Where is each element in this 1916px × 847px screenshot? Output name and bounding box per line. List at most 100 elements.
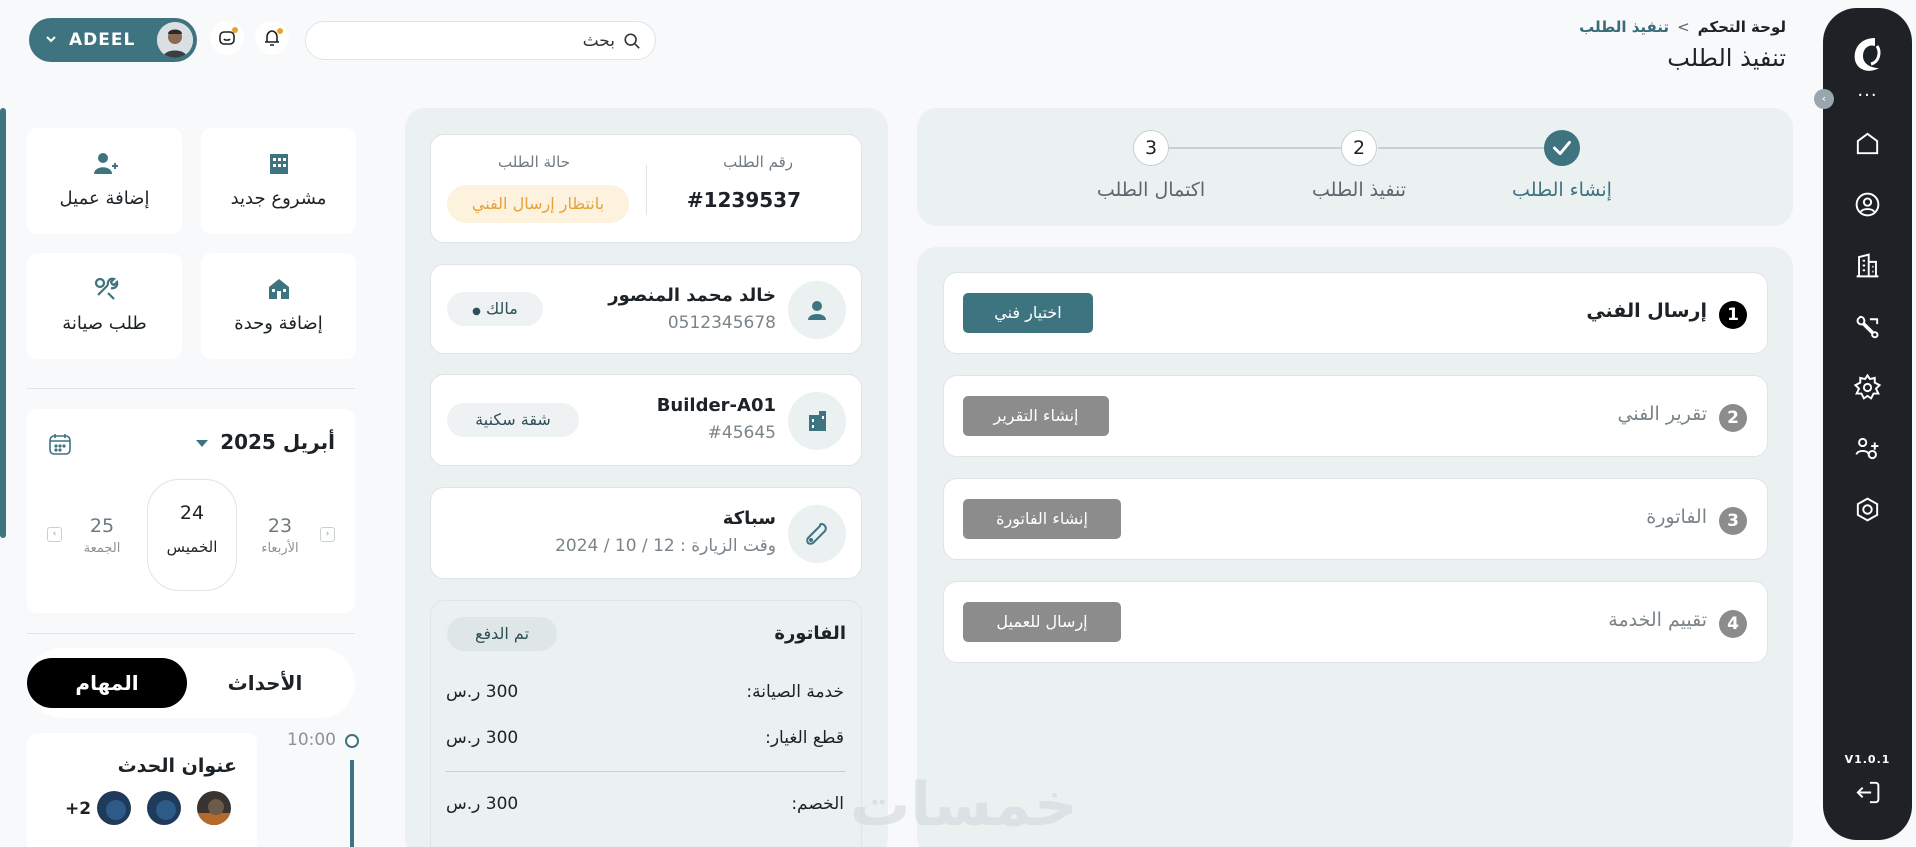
app-version: V1.0.1 — [1844, 753, 1891, 766]
watermark-logo: خمسات — [850, 770, 1078, 840]
action-send-technician: 1 إرسال الفني اختيار فني — [943, 272, 1768, 354]
tab-events[interactable]: الأحداث — [185, 658, 345, 708]
home-building-icon — [269, 279, 289, 299]
attendee-avatar — [95, 789, 133, 827]
action-technician-report: 2 تقرير الفني إنشاء التقرير — [943, 375, 1768, 457]
service-icon-badge — [788, 505, 846, 563]
chevron-down-icon — [46, 36, 56, 43]
step-connector — [1160, 147, 1343, 149]
building-icon — [809, 411, 826, 431]
building-icon — [270, 154, 288, 174]
payment-status-badge: تم الدفع — [447, 617, 557, 651]
unit-icon-badge — [788, 392, 846, 450]
action-invoice: 3 الفاتورة إنشاء الفاتورة — [943, 478, 1768, 560]
step-connector — [1378, 147, 1562, 149]
order-number: #1239537 — [686, 188, 801, 212]
day-name: الأربعاء — [261, 541, 299, 556]
breadcrumb-current: تنفيذ الطلب — [1579, 18, 1670, 36]
role-label: مالك — [486, 299, 518, 318]
more-attendees-count: +2 — [65, 799, 92, 819]
target-icon[interactable] — [1853, 495, 1882, 524]
day-item-selected[interactable]: 24 الخميس — [147, 479, 237, 591]
action-number: 3 — [1719, 507, 1747, 535]
quick-action-maintenance-request[interactable]: طلب صيانة — [27, 253, 182, 359]
action-service-rating: 4 تقييم الخدمة إرسال للعميل — [943, 581, 1768, 663]
divider — [27, 388, 355, 389]
unit-card: Builder-A01 #45645 شقة سكنية — [430, 374, 862, 466]
quick-action-add-unit[interactable]: إضافة وحدة — [201, 253, 356, 359]
quick-action-label: إضافة وحدة — [234, 313, 323, 334]
tools-icon — [94, 277, 119, 300]
unit-name: Builder-A01 — [656, 395, 776, 416]
services-icon[interactable] — [1853, 312, 1882, 341]
step-1-label: إنشاء الطلب — [1512, 179, 1612, 201]
user-icon — [808, 301, 826, 320]
customer-role-badge: مالك ● — [447, 292, 543, 326]
invoice-row-label: قطع الغيار: — [765, 728, 844, 748]
step-2-circle: 2 — [1341, 130, 1377, 166]
user-circle-icon[interactable] — [1853, 190, 1882, 219]
day-item[interactable]: 23 الأربعاء — [245, 515, 315, 556]
notifications-button[interactable] — [255, 21, 289, 55]
user-name: ADEEL — [69, 30, 136, 50]
step-2-label: تنفيذ الطلب — [1312, 179, 1406, 201]
invoice-row-label: خدمة الصيانة: — [746, 682, 844, 702]
building-icon[interactable] — [1853, 251, 1882, 280]
customer-phone: 0512345678 — [667, 313, 776, 333]
attendee-avatar — [145, 789, 183, 827]
timeline-dot — [345, 734, 359, 748]
messages-button[interactable] — [210, 21, 244, 55]
divider — [27, 633, 355, 634]
service-name: سباكة — [722, 508, 776, 529]
attendee-avatar — [195, 789, 233, 827]
breadcrumb-home[interactable]: لوحة التحكم — [1698, 18, 1786, 36]
prev-day-button[interactable]: ‹ — [47, 527, 62, 542]
customer-name: خالد محمد المنصور — [608, 285, 776, 306]
logout-icon[interactable] — [1853, 778, 1882, 807]
app-logo-icon[interactable] — [1847, 32, 1887, 78]
scrollbar[interactable] — [0, 108, 6, 538]
action-number: 1 — [1719, 301, 1747, 329]
chevron-down-icon[interactable] — [194, 438, 210, 450]
home-icon[interactable] — [1853, 129, 1882, 158]
service-card: سباكة وقت الزيارة : 12 / 10 / 2024 — [430, 487, 862, 579]
wrench-icon — [806, 522, 827, 545]
person-icon: ● — [472, 306, 481, 317]
create-report-button[interactable]: إنشاء التقرير — [963, 396, 1109, 436]
tab-tasks[interactable]: المهام — [27, 658, 187, 708]
add-user-icon — [94, 153, 118, 174]
calendar-month[interactable]: أبريل 2025 — [220, 430, 335, 454]
next-day-button[interactable]: › — [320, 527, 335, 542]
breadcrumb-separator: > — [1677, 18, 1690, 36]
action-label: إرسال الفني — [1586, 300, 1707, 322]
day-number: 23 — [267, 515, 293, 537]
progress-stepper — [917, 108, 1793, 226]
invoice-row-value: 300 ر.س — [446, 794, 519, 814]
day-number: 25 — [89, 515, 115, 537]
quick-action-new-project[interactable]: مشروع جديد — [201, 128, 356, 234]
action-number: 2 — [1719, 404, 1747, 432]
search-box[interactable] — [305, 21, 656, 60]
event-time: 10:00 — [287, 730, 336, 750]
avatar — [157, 22, 193, 58]
event-card[interactable]: عنوان الحدث +2 — [27, 733, 257, 847]
create-invoice-button[interactable]: إنشاء الفاتورة — [963, 499, 1121, 539]
action-label: الفاتورة — [1646, 506, 1707, 528]
status-badge: بانتظار إرسال الفني — [447, 185, 629, 223]
search-icon — [624, 33, 640, 49]
quick-action-add-client[interactable]: إضافة عميل — [27, 128, 182, 234]
search-input[interactable] — [335, 28, 615, 54]
users-icon[interactable] — [1853, 434, 1882, 463]
settings-icon[interactable] — [1853, 373, 1882, 402]
user-menu[interactable]: ADEEL — [29, 18, 197, 62]
day-item[interactable]: 25 الجمعة — [67, 515, 137, 556]
action-number: 4 — [1719, 610, 1747, 638]
collapse-sidebar-button[interactable]: ‹ — [1814, 89, 1834, 109]
action-label: تقييم الخدمة — [1608, 609, 1707, 631]
calendar-icon[interactable] — [47, 431, 73, 457]
send-to-client-button[interactable]: إرسال للعميل — [963, 602, 1121, 642]
more-dots-icon[interactable]: ... — [1823, 82, 1912, 100]
divider — [646, 165, 647, 215]
invoice-row-value: 300 ر.س — [446, 728, 519, 748]
choose-technician-button[interactable]: اختيار فني — [963, 293, 1093, 333]
